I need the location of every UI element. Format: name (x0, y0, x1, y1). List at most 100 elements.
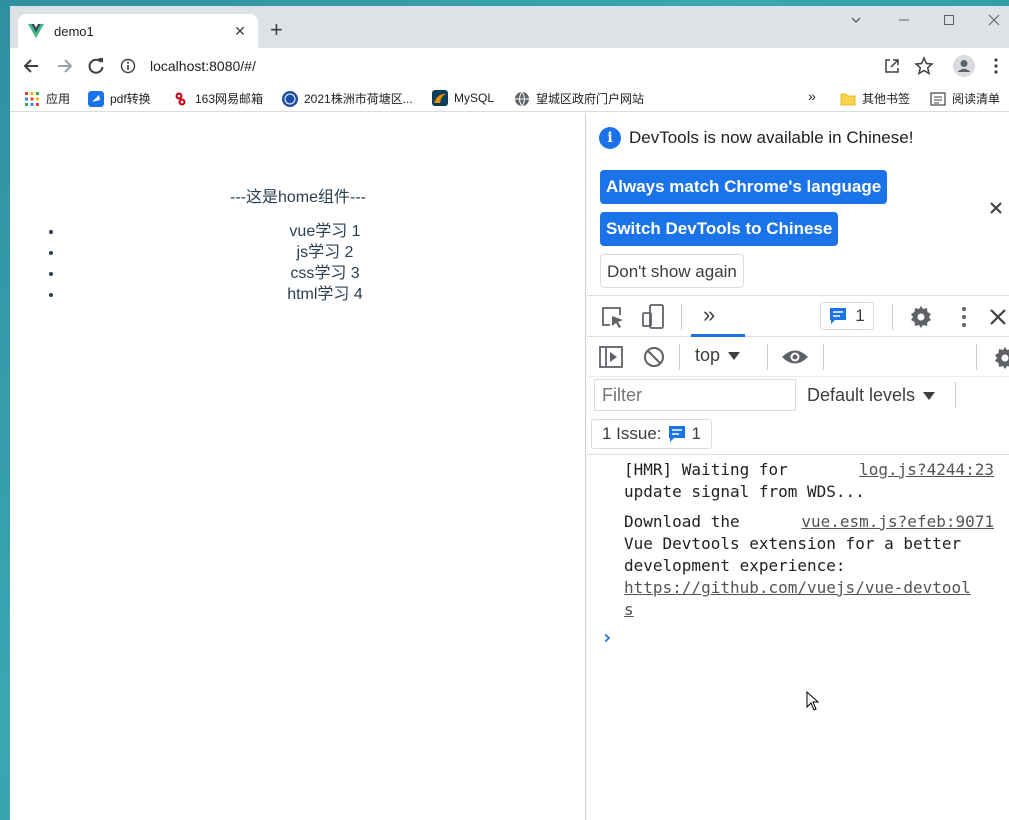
separator (976, 344, 977, 370)
issues-label: 1 Issue: (602, 424, 662, 443)
bookmark-mysql[interactable]: MySQL (432, 90, 494, 106)
separator (679, 344, 680, 370)
message-text: [HMR] Waiting for (624, 460, 788, 479)
devtools-close-icon[interactable] (989, 308, 1007, 326)
share-icon[interactable] (882, 56, 902, 76)
page-viewport: ---这是home组件--- vue学习 1 js学习 2 css学习 3 ht… (10, 113, 586, 820)
message-icon (830, 308, 847, 324)
bookmark-label: 163网易邮箱 (195, 92, 264, 106)
console-issues-bar: 1 Issue: 1 (587, 417, 1009, 455)
tab-search-icon[interactable] (850, 14, 862, 26)
dont-show-again-button[interactable]: Don't show again (600, 254, 744, 288)
bookmark-label: MySQL (454, 91, 495, 105)
bookmark-label: 2021株洲市荷塘区... (304, 92, 413, 106)
console-filter-bar: Default levels (587, 377, 1009, 417)
console-filter-input[interactable] (594, 379, 796, 411)
browser-tab[interactable]: demo1 ✕ (18, 14, 258, 48)
window-close-icon[interactable] (988, 14, 1000, 26)
bookmarks-bar: 应用 pdf转换 163网易邮箱 2021株洲市荷塘区... MySQL 望城区… (10, 84, 1009, 112)
list-item: vue学习 1 (64, 221, 586, 242)
context-selector[interactable]: top (695, 345, 741, 366)
separator (892, 304, 893, 330)
settings-gear-icon[interactable] (909, 305, 933, 329)
log-levels-label: Default levels (807, 385, 916, 405)
dropdown-arrow-icon (923, 391, 936, 400)
gov-site-icon (282, 90, 298, 107)
browser-window: demo1 ✕ + localhost:8080/#/ 应用 pdf转换 163… (10, 6, 1009, 820)
always-match-language-button[interactable]: Always match Chrome's language (600, 170, 888, 204)
tab-close-icon[interactable]: ✕ (232, 23, 248, 40)
context-label: top (695, 345, 721, 365)
language-infobar: i DevTools is now available in Chinese! … (587, 113, 1009, 289)
profile-avatar-icon[interactable] (953, 55, 975, 77)
issues-counter-button[interactable]: 1 (820, 302, 874, 330)
reading-list-icon (930, 91, 946, 106)
issues-button[interactable]: 1 Issue: 1 (591, 419, 713, 449)
bookmark-163[interactable]: 163网易邮箱 (173, 90, 263, 107)
devtools-url-link[interactable]: https://github.com/vuejs/vue-devtool (624, 577, 994, 599)
message-text: Vue Devtools extension for a better (624, 534, 962, 553)
message-source-link[interactable]: vue.esm.js?efeb:9071 (801, 511, 994, 533)
device-toolbar-icon[interactable] (641, 304, 665, 330)
separator (823, 344, 824, 370)
message-text: Download the (624, 512, 740, 531)
apps-grid-icon (25, 91, 39, 106)
minimize-icon[interactable] (898, 14, 910, 26)
switch-to-chinese-button[interactable]: Switch DevTools to Chinese (600, 212, 839, 246)
devtools-menu-icon[interactable] (954, 306, 974, 328)
list-item: css学习 3 (64, 263, 586, 284)
devtools-url-link-continued[interactable]: s (624, 599, 994, 621)
netease-mail-icon (175, 92, 186, 105)
console-message: [HMR] Waiting for log.js?4244:23 update … (624, 459, 994, 503)
browser-toolbar: localhost:8080/#/ (10, 48, 1009, 84)
bookmark-apps[interactable]: 应用 (24, 90, 70, 107)
maximize-icon[interactable] (943, 14, 955, 26)
globe-icon (515, 91, 529, 107)
bookmark-label: 阅读清单 (952, 92, 1001, 106)
tab-strip: demo1 ✕ + (10, 6, 1009, 48)
message-text: update signal from WDS... (624, 482, 865, 501)
infobar-message: i DevTools is now available in Chinese! (599, 127, 913, 149)
forward-icon[interactable] (54, 56, 74, 76)
back-icon[interactable] (22, 56, 42, 76)
info-icon[interactable] (120, 58, 136, 74)
folder-icon (840, 93, 856, 105)
sidebar-toggle-icon[interactable] (599, 346, 623, 368)
separator (681, 304, 682, 330)
bookmark-other-folder[interactable]: 其他书签 (840, 90, 910, 107)
reading-list[interactable]: 阅读清单 (930, 90, 1000, 107)
clear-console-icon[interactable] (643, 346, 665, 368)
vue-logo-icon (28, 24, 44, 38)
console-output: [HMR] Waiting for log.js?4244:23 update … (587, 455, 1009, 820)
bookmark-wangcheng[interactable]: 望城区政府门户网站 (514, 90, 644, 107)
info-circle-icon: i (599, 127, 621, 149)
infobar-close-icon[interactable] (989, 201, 1003, 215)
message-source-link[interactable]: log.js?4244:23 (859, 459, 994, 481)
issues-count: 1 (855, 306, 865, 325)
dropdown-arrow-icon (728, 351, 741, 360)
bookmarks-overflow-icon[interactable]: » (808, 88, 816, 104)
console-settings-gear-icon[interactable] (993, 346, 1009, 370)
bookmark-pdf[interactable]: pdf转换 (88, 90, 151, 107)
inspect-element-icon[interactable] (601, 306, 625, 328)
message-icon (668, 426, 685, 442)
message-text: development experience: (624, 556, 846, 575)
list-item: html学习 4 (64, 284, 586, 305)
devtools-tab-bar: » 1 (587, 295, 1009, 337)
console-prompt-icon[interactable]: › (601, 625, 613, 649)
more-tabs-icon[interactable]: » (703, 302, 715, 328)
bookmark-star-icon[interactable] (914, 56, 934, 76)
bookmark-zhuzhou[interactable]: 2021株洲市荷塘区... (282, 90, 413, 107)
address-bar[interactable]: localhost:8080/#/ (120, 52, 860, 80)
console-toolbar: top (587, 337, 1009, 377)
browser-menu-icon[interactable] (986, 56, 1006, 76)
live-expression-eye-icon[interactable] (781, 348, 809, 366)
log-levels-dropdown[interactable]: Default levels (807, 385, 936, 406)
study-list: vue学习 1 js学习 2 css学习 3 html学习 4 (50, 221, 586, 305)
mysql-icon (432, 90, 448, 106)
reload-icon[interactable] (86, 56, 106, 76)
bookmark-label: 其他书签 (862, 92, 911, 106)
new-tab-button[interactable]: + (270, 18, 283, 42)
bookmark-label: pdf转换 (110, 92, 151, 106)
list-item: js学习 2 (64, 242, 586, 263)
